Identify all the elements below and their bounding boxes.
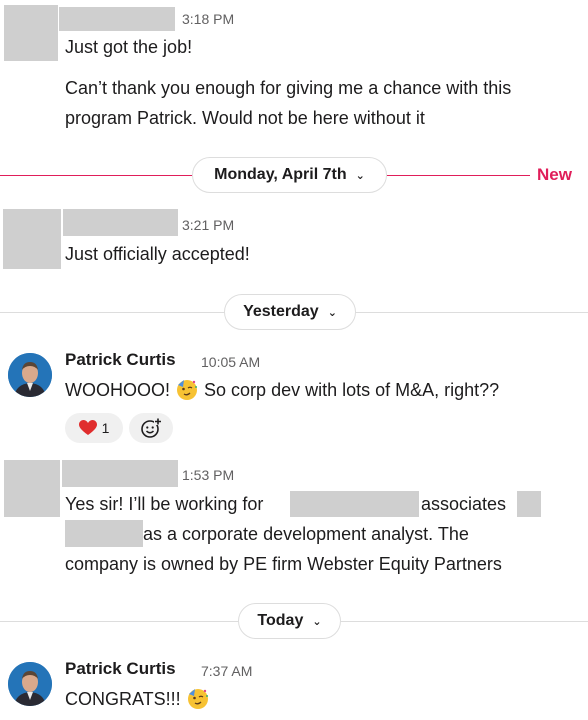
new-messages-line — [387, 175, 530, 176]
sender-name[interactable]: Patrick Curtis — [65, 659, 176, 679]
message-text-part: WOOHOOO! — [65, 380, 170, 400]
date-divider-button[interactable]: Yesterday ⌄ — [224, 294, 356, 330]
avatar[interactable] — [8, 662, 52, 706]
redacted-avatar — [4, 460, 60, 517]
avatar[interactable] — [8, 353, 52, 397]
redacted-text — [65, 520, 143, 547]
date-divider-button[interactable]: Today ⌄ — [238, 603, 341, 639]
new-messages-line — [0, 175, 192, 176]
chevron-down-icon: ⌄ — [312, 615, 322, 628]
sender-name[interactable]: Patrick Curtis — [65, 350, 176, 370]
message-text: WOOHOOO! So corp dev with lots of M&A, r… — [65, 376, 499, 405]
add-reaction-button[interactable] — [129, 413, 173, 443]
message-timestamp[interactable]: 3:21 PM — [182, 217, 234, 233]
message-text: company is owned by PE firm Webster Equi… — [65, 554, 502, 574]
redacted-sender-name — [63, 209, 178, 236]
partying-face-icon — [177, 380, 198, 400]
message-text-part: So corp dev with lots of M&A, right?? — [204, 380, 500, 400]
add-reaction-icon — [141, 418, 162, 438]
reaction-heart[interactable]: 1 — [65, 413, 123, 443]
date-label: Today — [257, 612, 304, 629]
message-text: Yes sir! I’ll be working for — [65, 494, 264, 514]
redacted-sender-name — [62, 460, 178, 487]
message-text: Can’t thank you enough for giving me a c… — [65, 78, 512, 98]
date-label: Monday, April 7th — [214, 166, 347, 183]
date-divider-button[interactable]: Monday, April 7th ⌄ — [192, 157, 387, 193]
redacted-text — [290, 491, 419, 517]
avatar-photo — [8, 353, 52, 397]
message-text: program Patrick. Would not be here witho… — [65, 108, 425, 128]
message-text: associates — [421, 494, 507, 514]
partying-face-icon — [187, 689, 208, 709]
avatar-photo — [8, 662, 52, 706]
message-timestamp[interactable]: 10:05 AM — [201, 354, 260, 370]
message-text: Just got the job! — [65, 37, 193, 57]
message-timestamp[interactable]: 3:18 PM — [182, 11, 234, 27]
redacted-avatar — [3, 209, 61, 269]
message-timestamp[interactable]: 7:37 AM — [201, 663, 252, 679]
message-text-part: CONGRATS!!! — [65, 689, 181, 709]
message-text: Just officially accepted! — [65, 244, 250, 264]
redacted-avatar — [4, 5, 58, 61]
chevron-down-icon: ⌄ — [355, 169, 365, 182]
date-label: Yesterday — [243, 303, 319, 320]
message-text: as a corporate development analyst. The — [143, 524, 469, 544]
redacted-sender-name — [59, 7, 175, 31]
chevron-down-icon: ⌄ — [327, 306, 337, 319]
message-timestamp[interactable]: 1:53 PM — [182, 467, 234, 483]
message-text: CONGRATS!!! — [65, 685, 210, 714]
new-messages-label: New — [537, 165, 572, 184]
reaction-count: 1 — [101, 420, 110, 436]
redacted-text — [517, 491, 541, 517]
heart-icon — [78, 420, 97, 435]
